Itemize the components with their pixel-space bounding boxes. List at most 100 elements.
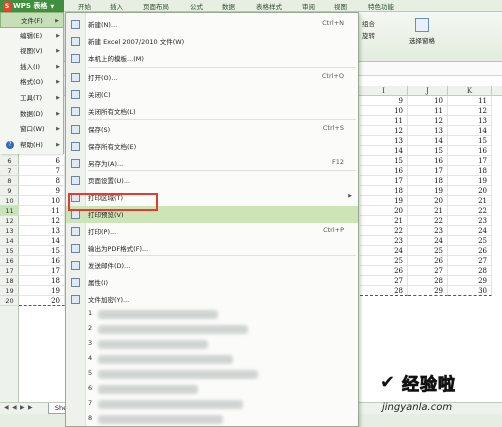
table-cell[interactable]: 20 [360, 206, 408, 216]
table-cell[interactable]: 7 [19, 166, 65, 176]
table-cell[interactable]: 16 [448, 146, 492, 156]
table-cell[interactable]: 19 [360, 196, 408, 206]
table-cell[interactable]: 23 [408, 226, 448, 236]
table-cell[interactable]: 10 [408, 96, 448, 106]
row-number[interactable]: 6 [0, 156, 19, 166]
row-number[interactable]: 20 [0, 296, 19, 306]
table-cell[interactable]: 21 [408, 206, 448, 216]
file-category-item[interactable]: 视图(V) ▶ [0, 43, 64, 59]
table-cell[interactable]: 18 [408, 176, 448, 186]
group-button[interactable]: 组合 [362, 18, 375, 30]
table-cell[interactable]: 20 [448, 186, 492, 196]
table-cell[interactable]: 26 [408, 256, 448, 266]
next-sheet-icon[interactable]: ▶ [20, 404, 25, 411]
menu-item[interactable]: 保存所有文档(E) [66, 138, 358, 155]
tab-page-layout[interactable]: 页面布局 [143, 1, 169, 11]
rotate-button[interactable]: 旋转 [362, 30, 375, 42]
file-category-item[interactable]: 编辑(E) ▶ [0, 28, 64, 44]
file-category-item[interactable]: 插入(I) ▶ [0, 59, 64, 75]
table-cell[interactable]: 25 [408, 246, 448, 256]
menu-item[interactable]: 打开(O)... Ctrl+O [66, 69, 358, 86]
table-cell[interactable]: 14 [448, 126, 492, 136]
row-number[interactable]: 10 [0, 196, 19, 206]
tab-special-features[interactable]: 特色功能 [368, 1, 394, 11]
table-cell[interactable]: 27 [408, 266, 448, 276]
menu-item[interactable]: 保存(S) Ctrl+S [66, 121, 358, 138]
file-category-item[interactable]: ? 帮助(H) ▶ [0, 137, 64, 153]
table-cell[interactable]: 13 [408, 126, 448, 136]
recent-file-item[interactable]: 2 [66, 321, 358, 337]
table-cell[interactable]: 11 [360, 116, 408, 126]
table-cell[interactable]: 28 [408, 276, 448, 286]
file-category-item[interactable]: 工具(T) ▶ [0, 90, 64, 106]
table-cell[interactable]: 12 [360, 126, 408, 136]
table-cell[interactable]: 21 [360, 216, 408, 226]
column-header-i[interactable]: I [360, 86, 408, 96]
row-number[interactable]: 16 [0, 256, 19, 266]
table-cell[interactable]: 12 [448, 106, 492, 116]
recent-file-item[interactable]: 1 [66, 306, 358, 322]
table-cell[interactable]: 9 [360, 96, 408, 106]
table-cell[interactable]: 19 [19, 286, 65, 296]
app-menu-button[interactable]: S WPS 表格 ▼ [0, 0, 64, 12]
table-cell[interactable]: 22 [408, 216, 448, 226]
table-cell[interactable]: 27 [360, 276, 408, 286]
menu-item[interactable]: 新建 Excel 2007/2010 文件(W) [66, 33, 358, 50]
row-number[interactable]: 17 [0, 266, 19, 276]
recent-file-item[interactable]: 4 [66, 351, 358, 367]
table-cell[interactable]: 11 [448, 96, 492, 106]
table-cell[interactable]: 29 [408, 286, 448, 296]
table-cell[interactable]: 29 [448, 276, 492, 286]
first-sheet-icon[interactable]: ◀ [4, 404, 9, 411]
table-cell[interactable]: 21 [448, 196, 492, 206]
table-cell[interactable]: 13 [19, 226, 65, 236]
table-cell[interactable]: 27 [448, 256, 492, 266]
menu-item[interactable]: 页面设置(U)... [66, 172, 358, 189]
table-cell[interactable]: 24 [360, 246, 408, 256]
table-cell[interactable]: 14 [19, 236, 65, 246]
last-sheet-icon[interactable]: ▶ [28, 404, 33, 411]
table-cell[interactable]: 28 [360, 286, 408, 296]
row-number[interactable]: 15 [0, 246, 19, 256]
table-cell[interactable]: 12 [19, 216, 65, 226]
file-category-item[interactable]: 格式(O) ▶ [0, 74, 64, 90]
tab-review[interactable]: 审阅 [302, 1, 315, 11]
row-number[interactable]: 7 [0, 166, 19, 176]
file-category-item[interactable]: 窗口(W) ▶ [0, 121, 64, 137]
menu-item[interactable]: 本机上的模板...(M) [66, 50, 358, 67]
table-cell[interactable]: 15 [360, 156, 408, 166]
row-number[interactable]: 18 [0, 276, 19, 286]
menu-item[interactable]: 打印(P)... Ctrl+P [66, 223, 358, 240]
menu-item[interactable]: 发送邮件(D)... [66, 257, 358, 274]
table-cell[interactable]: 12 [408, 116, 448, 126]
recent-file-item[interactable]: 5 [66, 366, 358, 382]
table-cell[interactable]: 30 [448, 286, 492, 296]
file-category-item[interactable]: 文件(F) ▶ [0, 12, 64, 28]
tab-insert[interactable]: 插入 [110, 1, 123, 11]
row-number[interactable]: 11 [0, 206, 19, 216]
table-cell[interactable]: 28 [448, 266, 492, 276]
table-cell[interactable]: 13 [448, 116, 492, 126]
table-cell[interactable]: 11 [408, 106, 448, 116]
table-cell[interactable]: 18 [448, 166, 492, 176]
table-cell[interactable]: 22 [448, 206, 492, 216]
table-cell[interactable]: 26 [448, 246, 492, 256]
recent-file-item[interactable]: 3 [66, 336, 358, 352]
row-number[interactable]: 13 [0, 226, 19, 236]
column-header-k[interactable]: K [448, 86, 492, 96]
table-cell[interactable]: 16 [360, 166, 408, 176]
row-number[interactable]: 8 [0, 176, 19, 186]
table-cell[interactable]: 9 [19, 186, 65, 196]
table-cell[interactable]: 18 [19, 276, 65, 286]
recent-file-item[interactable]: 8 [66, 411, 358, 427]
tab-data[interactable]: 数据 [222, 1, 235, 11]
menu-item[interactable]: 属性(I) [66, 274, 358, 291]
table-cell[interactable]: 24 [408, 236, 448, 246]
menu-item[interactable]: 关闭所有文档(L) [66, 103, 358, 120]
prev-sheet-icon[interactable]: ◀ [12, 404, 17, 411]
table-cell[interactable]: 25 [360, 256, 408, 266]
recent-file-item[interactable]: 7 [66, 396, 358, 412]
row-number[interactable]: 14 [0, 236, 19, 246]
table-cell[interactable]: 19 [408, 186, 448, 196]
column-header-j[interactable]: J [408, 86, 448, 96]
